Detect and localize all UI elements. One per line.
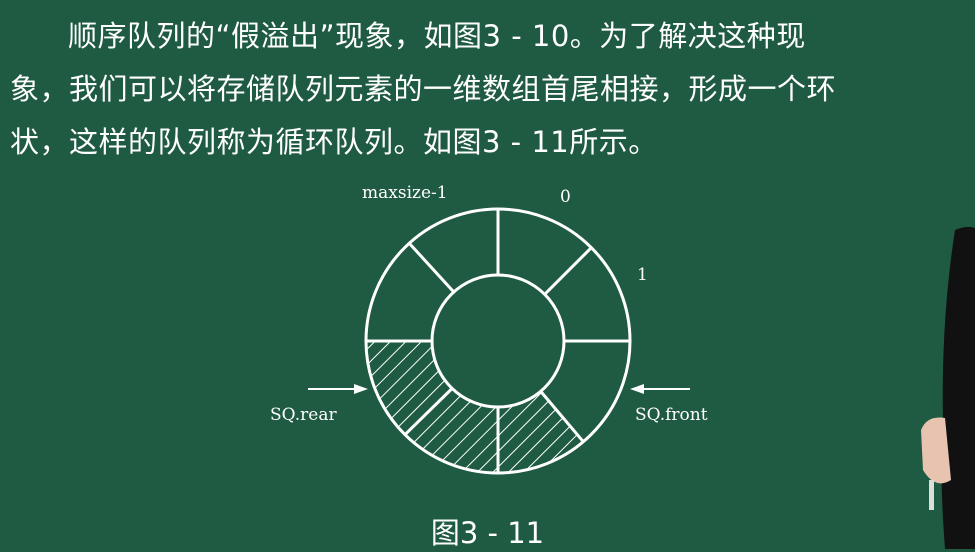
divider xyxy=(407,241,455,294)
circular-queue-diagram: maxsize-1 0 1 SQ.rear SQ.front xyxy=(270,183,708,475)
label-index-1: 1 xyxy=(637,265,648,285)
occupied-segments xyxy=(366,341,584,473)
figure-caption: 图3 - 11 xyxy=(430,516,545,550)
front-arrow xyxy=(630,384,690,394)
presenter-figure xyxy=(921,226,975,549)
label-index-0: 0 xyxy=(560,187,571,207)
label-rear: SQ.rear xyxy=(270,405,337,425)
rear-arrow xyxy=(308,384,368,394)
divider xyxy=(543,246,593,296)
label-maxsize: maxsize-1 xyxy=(362,183,448,203)
label-front: SQ.front xyxy=(635,405,708,425)
occupied-segment xyxy=(498,391,584,473)
